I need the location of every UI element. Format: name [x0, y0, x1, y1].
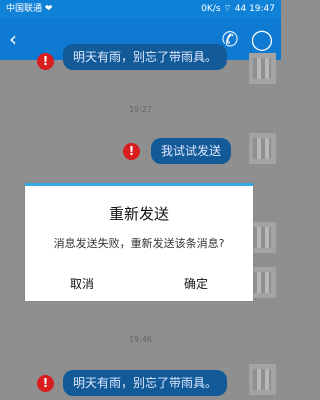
carrier-label: 中国联通 ❤	[6, 4, 53, 14]
dialog-accent-line	[25, 183, 253, 186]
error-icon[interactable]: !	[123, 143, 140, 160]
status-time: 19:47	[249, 4, 275, 14]
dialog-message: 消息发送失败，重新发送该条消息?	[53, 237, 225, 250]
message-bubble[interactable]: 明天有雨，别忘了带雨具。	[63, 370, 228, 396]
timestamp: 19:46	[128, 335, 153, 344]
error-icon[interactable]: !	[37, 375, 54, 392]
timestamp: 19:27	[128, 105, 153, 114]
cancel-button[interactable]: 取消	[25, 275, 139, 292]
back-icon[interactable]: ‹	[2, 18, 24, 60]
avatar[interactable]	[249, 53, 276, 84]
battery-level: 44	[234, 4, 247, 14]
avatar[interactable]	[249, 133, 276, 164]
status-bar: 中国联通 ❤ 0K/s ⌔ 44 19:47	[0, 0, 281, 18]
wifi-icon: ⌔	[223, 4, 235, 14]
message-bubble[interactable]: 我试试发送	[151, 138, 232, 164]
avatar[interactable]	[249, 222, 276, 253]
avatar[interactable]	[249, 364, 276, 395]
resend-dialog: 重新发送 消息发送失败，重新发送该条消息? 取消 确定	[25, 183, 253, 301]
dialog-title: 重新发送	[108, 205, 169, 223]
confirm-button[interactable]: 确定	[139, 275, 253, 292]
error-icon[interactable]: !	[37, 53, 54, 70]
avatar[interactable]	[249, 267, 276, 298]
dialog-actions: 取消 确定	[25, 275, 253, 301]
message-bubble[interactable]: 明天有雨，别忘了带雨具。	[63, 44, 228, 70]
network-speed: 0K/s	[201, 4, 221, 14]
status-right: 0K/s ⌔ 44 19:47	[201, 0, 275, 18]
